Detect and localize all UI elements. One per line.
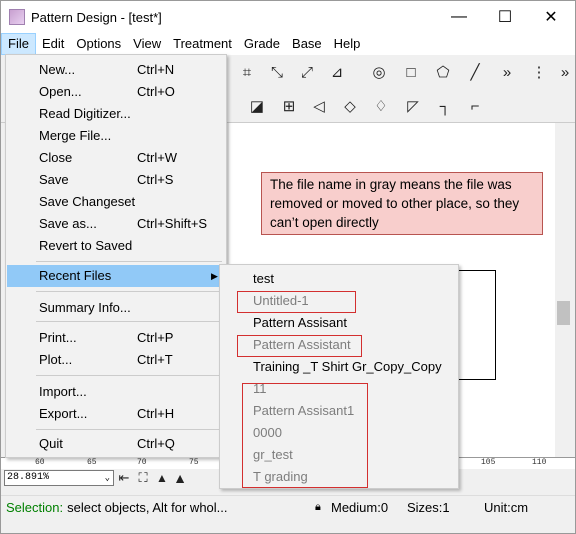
menu-separator — [36, 429, 222, 430]
menu-item-read-digitizer[interactable]: Read Digitizer... — [7, 103, 225, 125]
menu-separator — [36, 261, 222, 262]
window-title: Pattern Design - [test*] — [31, 9, 162, 25]
vertical-scroll-thumb[interactable] — [557, 301, 570, 325]
grade-move-tool-icon[interactable]: ⤡ — [265, 60, 289, 84]
menu-item-summary-info[interactable]: Summary Info... — [7, 297, 225, 319]
polygon-tool-icon[interactable]: ⬠ — [431, 60, 455, 84]
fold-tool-icon[interactable]: ◁ — [307, 94, 331, 118]
mountain-large-icon[interactable]: ▲ — [171, 466, 189, 490]
rectangle-tool-icon[interactable]: □ — [399, 60, 423, 84]
file-menu-dropdown: New... Ctrl+N Open... Ctrl+O Read Digitize… — [5, 54, 227, 458]
menu-item-save-as[interactable]: Save as... Ctrl+Shift+S — [7, 213, 225, 235]
zoom-value: 28.891% — [7, 472, 50, 483]
menu-item-plot[interactable]: Plot... Ctrl+T — [7, 349, 225, 371]
maximize-button[interactable]: ☐ — [482, 1, 528, 33]
curve-tool-icon[interactable]: ◸ — [401, 94, 425, 118]
toolbar-overflow-icon[interactable]: » — [495, 60, 519, 84]
notch-tool-icon[interactable]: ⋮ — [527, 60, 551, 84]
menu-edit[interactable]: Edit — [36, 33, 70, 55]
recent-file-item[interactable]: Pattern Assisant — [253, 312, 347, 334]
menu-item-merge-file[interactable]: Merge File... — [7, 125, 225, 147]
status-unit: Unit:cm — [484, 500, 529, 515]
highlight-box — [237, 291, 356, 313]
menu-options[interactable]: Options — [70, 33, 127, 55]
recent-file-item[interactable]: test — [253, 268, 274, 290]
menu-item-export[interactable]: Export... Ctrl+H — [7, 403, 225, 425]
menu-item-open[interactable]: Open... Ctrl+O — [7, 81, 225, 103]
line-tool-icon[interactable]: ╱ — [463, 60, 487, 84]
recent-file-item[interactable]: Training _T Shirt Gr_Copy_Copy — [253, 356, 442, 378]
corner-tool-icon[interactable]: ┐ — [433, 94, 457, 118]
ruler-tick: 75 — [189, 458, 199, 467]
menu-item-save[interactable]: Save Ctrl+S — [7, 169, 225, 191]
pleat-tool-icon[interactable]: ⊞ — [277, 94, 301, 118]
menu-item-recent-files[interactable]: Recent Files ▶ — [7, 265, 225, 287]
highlight-box — [237, 335, 362, 357]
menu-item-close[interactable]: Close Ctrl+W — [7, 147, 225, 169]
status-bar: Selection: select objects, Alt for whol.… — [1, 495, 575, 519]
menu-item-new[interactable]: New... Ctrl+N — [7, 59, 225, 81]
ellipse-tool-icon[interactable]: ◎ — [367, 60, 391, 84]
app-icon — [9, 9, 25, 25]
menu-separator — [36, 321, 222, 322]
menu-base[interactable]: Base — [286, 33, 328, 55]
bend-tool-icon[interactable]: ⌐ — [463, 94, 487, 118]
title-bar: Pattern Design - [test*] — ☐ ✕ — [1, 1, 575, 33]
menu-separator — [36, 375, 222, 376]
fit-icon[interactable]: ⇤ — [115, 466, 133, 490]
menu-file[interactable]: File — [1, 33, 36, 55]
menu-item-print[interactable]: Print... Ctrl+P — [7, 327, 225, 349]
diamond-tool-icon[interactable]: ◇ — [338, 94, 362, 118]
mountain-small-icon[interactable]: ▲ — [153, 466, 171, 490]
vertical-scrollbar[interactable] — [555, 123, 572, 459]
grade-copy-tool-icon[interactable]: ⤢ — [295, 60, 319, 84]
status-medium: Medium:0 — [331, 500, 389, 515]
menu-item-import[interactable]: Import... — [7, 381, 225, 403]
menu-treatment[interactable]: Treatment — [167, 33, 238, 55]
grade-point-tool-icon[interactable]: ⌗ — [235, 60, 259, 84]
menu-help[interactable]: Help — [328, 33, 367, 55]
menu-view[interactable]: View — [127, 33, 167, 55]
shield-tool-icon[interactable]: ♢ — [369, 94, 393, 118]
toolbar-overflow-icon-2[interactable]: » — [553, 60, 575, 84]
minimize-button[interactable]: — — [436, 1, 482, 33]
expand-icon[interactable]: ⛶ — [134, 466, 152, 490]
status-sizes: Sizes:1 — [407, 500, 450, 515]
annotation-callout: The file name in gray means the file was… — [261, 172, 543, 235]
ruler-tick: 105 — [481, 458, 496, 467]
selection-hint: select objects, Alt for whol... — [67, 500, 228, 515]
lock-icon: 🔒︎ — [315, 501, 321, 513]
selection-label: Selection: — [6, 500, 64, 515]
menu-item-revert[interactable]: Revert to Saved — [7, 235, 225, 257]
menu-grade[interactable]: Grade — [238, 33, 286, 55]
ruler-tick: 60 — [35, 458, 45, 467]
menu-bar: File Edit Options View Treatment Grade B… — [1, 33, 575, 55]
dart-tool-icon[interactable]: ◪ — [245, 94, 269, 118]
chevron-down-icon: ⌄ — [104, 473, 110, 483]
zoom-select[interactable]: 28.891% ⌄ — [4, 470, 114, 486]
ruler-tick: 110 — [532, 458, 547, 467]
highlight-box — [242, 383, 368, 488]
menu-item-save-changeset[interactable]: Save Changeset — [7, 191, 225, 213]
menu-separator — [36, 291, 222, 292]
ruler-tick: 65 — [87, 458, 97, 467]
chevron-right-icon: ▶ — [211, 271, 218, 281]
close-button[interactable]: ✕ — [528, 1, 574, 33]
recent-files-submenu: test Untitled-1 Pattern Assisant Pattern… — [219, 264, 459, 489]
menu-item-quit[interactable]: Quit Ctrl+Q — [7, 433, 225, 455]
grade-edit-tool-icon[interactable]: ⊿ — [325, 60, 349, 84]
